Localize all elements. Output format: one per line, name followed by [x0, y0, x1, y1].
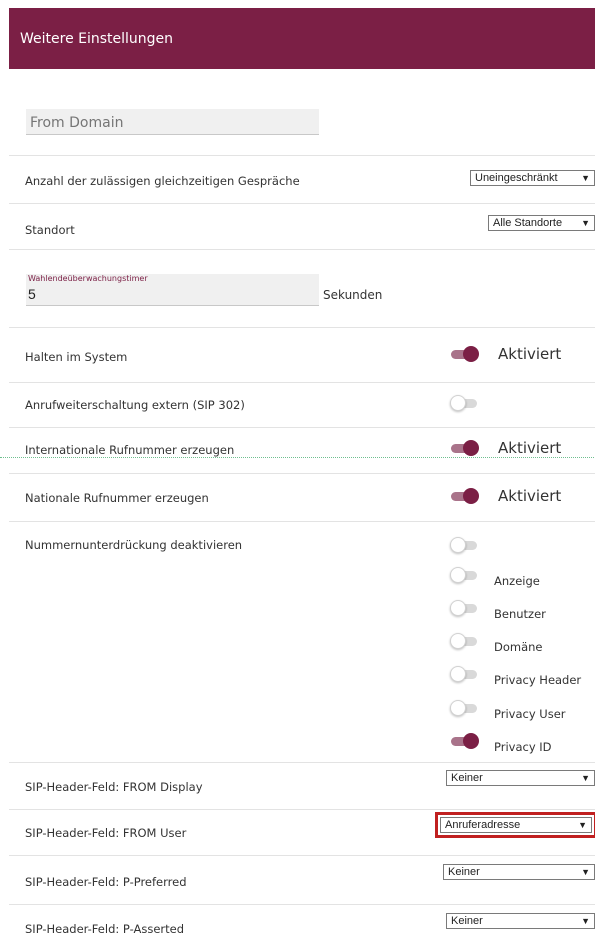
- concurrent-calls-value: Uneingeschränkt: [475, 172, 558, 184]
- from-domain-input[interactable]: [26, 109, 319, 135]
- option-privacy-header-label: Privacy Header: [494, 673, 582, 687]
- concurrent-calls-row: Anzahl der zulässigen gleichzeitigen Ges…: [9, 156, 595, 204]
- dial-timer-unit: Sekunden: [323, 288, 383, 302]
- international-label: Internationale Rufnummer erzeugen: [25, 443, 235, 457]
- hold-status: Aktiviert: [498, 345, 562, 363]
- location-label: Standort: [25, 223, 75, 237]
- suppression-row: Nummernunterdrückung deaktivieren Anzeig…: [9, 522, 595, 763]
- hold-toggle[interactable]: [451, 346, 479, 362]
- international-status: Aktiviert: [498, 439, 562, 457]
- option-privacy-header-toggle[interactable]: [450, 666, 477, 682]
- option-domaene-label: Domäne: [494, 640, 543, 654]
- focus-divider: [0, 457, 595, 458]
- option-anzeige-label: Anzeige: [494, 574, 540, 588]
- call-forward-row: Anrufweiterschaltung extern (SIP 302): [9, 383, 595, 428]
- option-domaene-toggle[interactable]: [450, 633, 477, 649]
- p-asserted-value: Keiner: [451, 915, 483, 927]
- from-user-value: Anruferadresse: [445, 819, 521, 831]
- p-asserted-select[interactable]: Keiner ▼: [446, 913, 595, 929]
- from-user-label: SIP-Header-Feld: FROM User: [25, 826, 187, 840]
- hold-row: Halten im System Aktiviert: [9, 328, 595, 383]
- dropdown-arrow-icon: ▼: [578, 820, 587, 830]
- national-toggle[interactable]: [451, 488, 479, 504]
- section-header: Weitere Einstellungen: [9, 8, 595, 69]
- p-preferred-label: SIP-Header-Feld: P-Preferred: [25, 875, 187, 889]
- p-preferred-row: SIP-Header-Feld: P-Preferred Keiner ▼: [9, 856, 595, 905]
- national-row: Nationale Rufnummer erzeugen Aktiviert: [9, 474, 595, 522]
- national-label: Nationale Rufnummer erzeugen: [25, 491, 209, 505]
- from-user-select[interactable]: Anruferadresse ▼: [435, 812, 595, 838]
- national-status: Aktiviert: [498, 487, 562, 505]
- call-forward-toggle[interactable]: [450, 395, 477, 411]
- international-toggle[interactable]: [451, 440, 479, 456]
- location-value: Alle Standorte: [493, 217, 563, 229]
- suppression-toggle[interactable]: [450, 537, 477, 553]
- p-preferred-select[interactable]: Keiner ▼: [443, 864, 595, 880]
- location-row: Standort Alle Standorte ▼: [9, 204, 595, 250]
- call-forward-label: Anrufweiterschaltung extern (SIP 302): [25, 398, 245, 412]
- from-user-row: SIP-Header-Feld: FROM User Anruferadress…: [9, 810, 595, 856]
- option-privacy-id-label: Privacy ID: [494, 740, 552, 754]
- dropdown-arrow-icon: ▼: [581, 773, 590, 783]
- location-select[interactable]: Alle Standorte ▼: [488, 215, 595, 231]
- option-privacy-id-toggle[interactable]: [451, 733, 479, 749]
- dial-timer-label: Wahlendeüberwachungstimer: [28, 274, 148, 283]
- p-asserted-label: SIP-Header-Feld: P-Asserted: [25, 922, 185, 936]
- dropdown-arrow-icon: ▼: [581, 218, 590, 228]
- from-domain-row: [9, 69, 595, 156]
- hold-label: Halten im System: [25, 350, 128, 364]
- settings-panel: Weitere Einstellungen Anzahl der zulässi…: [0, 8, 595, 943]
- dial-timer-input[interactable]: [28, 285, 308, 303]
- from-display-value: Keiner: [451, 772, 483, 784]
- from-display-select[interactable]: Keiner ▼: [446, 770, 595, 786]
- concurrent-calls-select[interactable]: Uneingeschränkt ▼: [470, 170, 595, 186]
- p-asserted-row: SIP-Header-Feld: P-Asserted Keiner ▼: [9, 905, 595, 943]
- option-privacy-user-label: Privacy User: [494, 707, 566, 721]
- option-privacy-user-toggle[interactable]: [450, 700, 477, 716]
- p-preferred-value: Keiner: [448, 866, 480, 878]
- dial-timer-row: Wahlendeüberwachungstimer Sekunden: [9, 250, 595, 328]
- suppression-label: Nummernunterdrückung deaktivieren: [25, 538, 243, 552]
- dial-timer-field: Wahlendeüberwachungstimer: [26, 274, 319, 306]
- dropdown-arrow-icon: ▼: [581, 916, 590, 926]
- option-benutzer-toggle[interactable]: [450, 600, 477, 616]
- international-row: Internationale Rufnummer erzeugen Aktivi…: [9, 428, 595, 474]
- dropdown-arrow-icon: ▼: [581, 867, 590, 877]
- section-title: Weitere Einstellungen: [20, 30, 174, 47]
- from-display-label: SIP-Header-Feld: FROM Display: [25, 780, 203, 794]
- concurrent-calls-label: Anzahl der zulässigen gleichzeitigen Ges…: [25, 174, 300, 188]
- dropdown-arrow-icon: ▼: [581, 173, 590, 183]
- option-benutzer-label: Benutzer: [494, 607, 546, 621]
- from-display-row: SIP-Header-Feld: FROM Display Keiner ▼: [9, 763, 595, 810]
- option-anzeige-toggle[interactable]: [450, 567, 477, 583]
